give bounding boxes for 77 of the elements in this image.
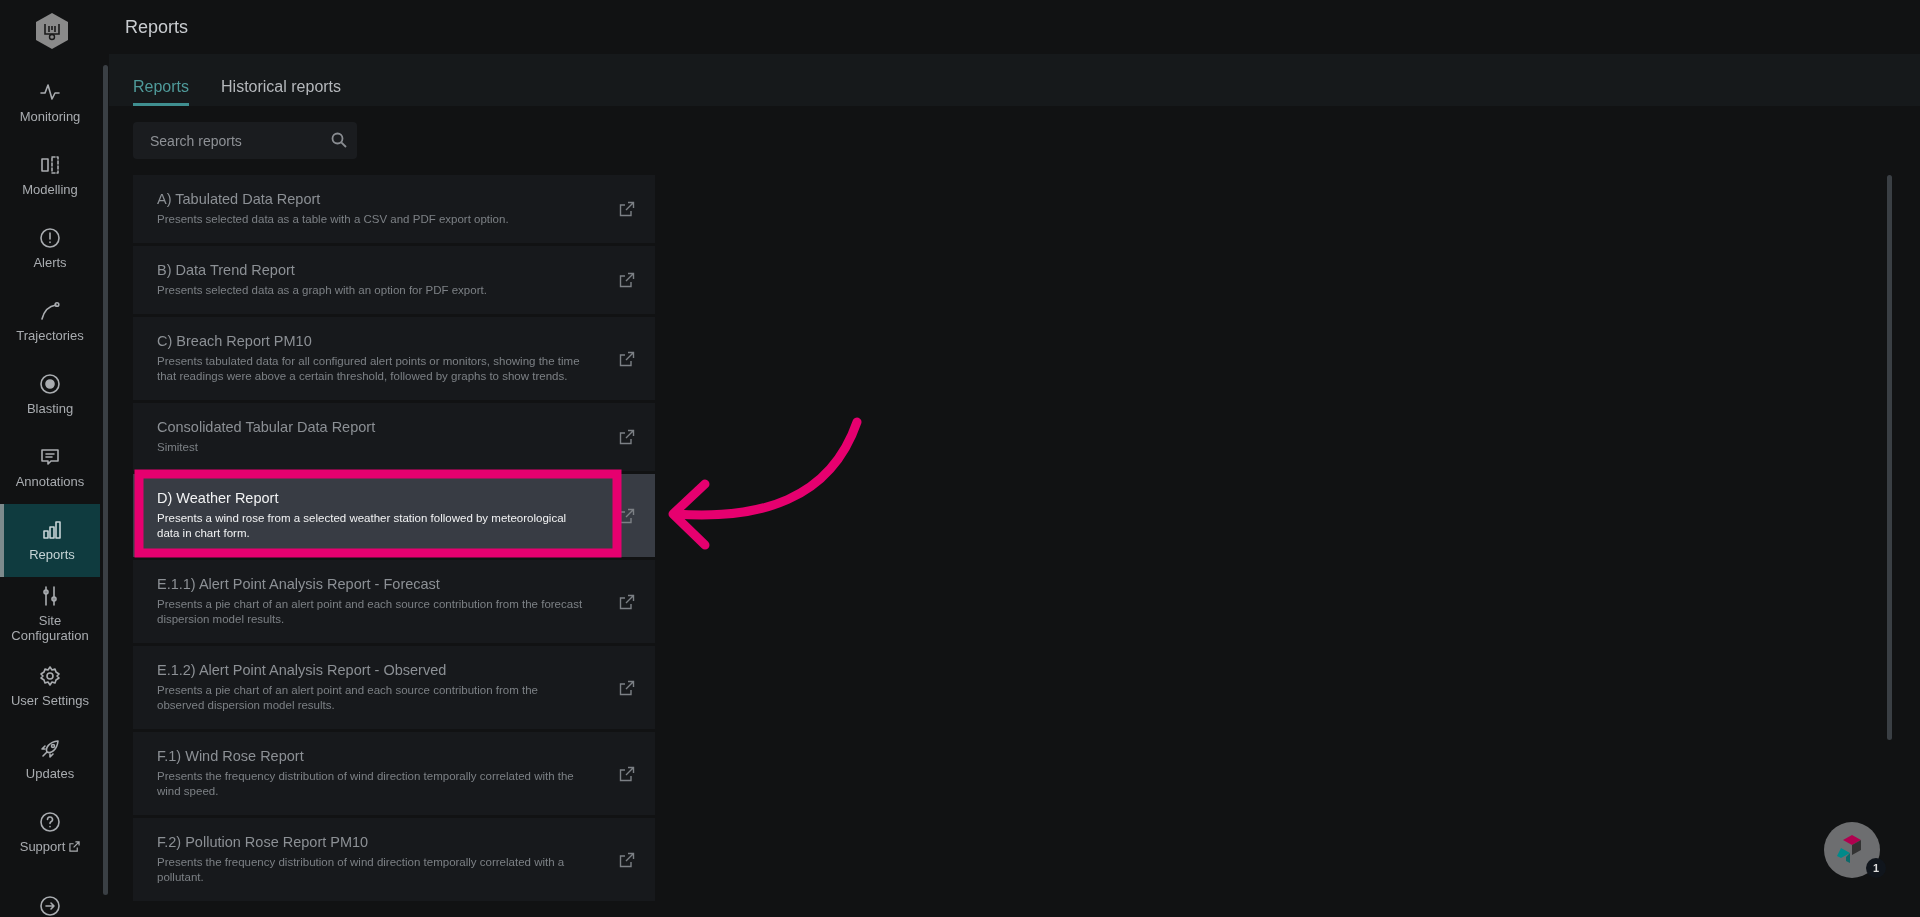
columns-icon	[39, 154, 61, 176]
report-item[interactable]: F.1) Wind Rose Report Presents the frequency distribution of wind direction temporally correlated with the wind speed.	[133, 732, 655, 815]
report-title: E.1.2) Alert Point Analysis Report - Observed	[157, 662, 448, 679]
tab[interactable]: Reports	[133, 54, 190, 106]
settings-icon	[39, 665, 61, 687]
sidebar-item[interactable]: Annotations	[0, 431, 100, 504]
external-link-icon[interactable]	[619, 272, 635, 288]
external-link-icon[interactable]	[619, 851, 635, 868]
nav-label: Reports	[29, 547, 75, 562]
report-item[interactable]: C) Breach Report PM10 Presents tabulated data for all configured alert points or monitors, showing the time that readings were above a certain threshold, followed by graphs to show trends.	[133, 317, 655, 400]
nav-label: Site Configuration	[10, 612, 90, 643]
external-link-icon[interactable]	[619, 593, 635, 610]
external-link-icon[interactable]	[619, 679, 635, 696]
sidebar-item[interactable]: Blasting	[0, 358, 100, 431]
curve-icon	[39, 300, 61, 322]
page-title: Reports	[125, 16, 189, 38]
notification-badge: 1	[1866, 858, 1886, 878]
external-link-icon[interactable]	[619, 507, 635, 524]
report-title: A) Tabulated Data Report	[157, 191, 322, 208]
report-item[interactable]: B) Data Trend Report Presents selected data as a graph with an option for PDF export.	[133, 246, 655, 314]
report-description: Presents selected data as a table with a CSV and PDF export option.	[157, 212, 510, 227]
external-link-icon[interactable]	[619, 765, 635, 782]
sidebar-item[interactable]: Alerts	[0, 212, 100, 285]
report-title: C) Breach Report PM10	[157, 333, 313, 350]
report-description: Presents a wind rose from a selected weather station followed by meteorological data in chart form.	[157, 511, 568, 541]
report-description: Simitest	[157, 440, 199, 455]
report-description: Presents the frequency distribution of wind direction temporally correlated with the wind speed.	[157, 769, 575, 799]
nav-label: Updates	[25, 766, 75, 781]
report-item[interactable]: E.1.2) Alert Point Analysis Report - Observed Presents a pie chart of an alert point and each source contribution from the observed dispersion model results.	[133, 646, 655, 729]
bar-chart-icon	[41, 519, 63, 541]
report-item[interactable]: A) Tabulated Data Report Presents selected data as a table with a CSV and PDF export option.	[133, 175, 655, 243]
sidebar-item[interactable]: Support	[0, 796, 100, 869]
report-title: Consolidated Tabular Data Report	[157, 419, 377, 436]
report-description: Presents a pie chart of an alert point and each source contribution from the forecast dispersion model results.	[157, 597, 583, 627]
report-title: F.2) Pollution Rose Report PM10	[157, 834, 370, 851]
report-title: B) Data Trend Report	[157, 262, 296, 279]
sidebar-item[interactable]: Modelling	[0, 139, 100, 212]
search-icon	[331, 132, 347, 148]
external-link-icon[interactable]	[619, 201, 635, 217]
nav-label: Modelling	[22, 182, 78, 197]
logo-icon	[34, 12, 69, 50]
report-item[interactable]: F.2) Pollution Rose Report PM10 Presents the frequency distribution of wind direction temporally correlated with a pollutant.	[133, 818, 655, 901]
report-title: F.1) Wind Rose Report	[157, 748, 305, 765]
report-title: E.1.1) Alert Point Analysis Report - Forecast	[157, 576, 441, 593]
report-description: Presents tabulated data for all configured alert points or monitors, showing the time that readings were above a certain threshold, followed by graphs to show trends.	[157, 354, 581, 384]
sidebar-item[interactable]: User Settings	[0, 650, 100, 723]
rocket-icon	[39, 738, 61, 760]
nav-label: Trajectories	[16, 328, 84, 343]
nav-label: Alerts	[33, 255, 67, 270]
external-link-icon[interactable]	[619, 350, 635, 367]
external-link-icon[interactable]	[619, 429, 635, 445]
target-icon	[39, 373, 61, 395]
nav-label: Monitoring	[19, 109, 81, 124]
alert-icon	[39, 227, 61, 249]
sidebar-item[interactable]: Trajectories	[0, 285, 100, 358]
report-item[interactable]: E.1.1) Alert Point Analysis Report - Forecast Presents a pie chart of an alert point and each source contribution from the forecast dispersion model results.	[133, 560, 655, 643]
sidebar-item[interactable]: Monitoring	[0, 66, 100, 139]
sidebar-item[interactable]: Updates	[0, 723, 100, 796]
help-icon	[39, 811, 61, 833]
nav-label: Support	[19, 839, 66, 854]
sidebar-item[interactable]: Reports	[0, 504, 100, 577]
nav-label: User Settings	[10, 693, 89, 708]
nav-label: Annotations	[15, 474, 85, 489]
report-description: Presents a pie chart of an alert point and each source contribution from the observed dispersion model results.	[157, 683, 539, 713]
report-title: D) Weather Report	[157, 490, 280, 507]
logout-icon	[39, 894, 61, 917]
pulse-icon	[39, 81, 61, 103]
report-description: Presents the frequency distribution of wind direction temporally correlated with a pollutant.	[157, 855, 566, 885]
nav-label: Blasting	[26, 401, 74, 416]
sidebar-item[interactable]: Site Configuration	[0, 577, 100, 650]
comment-icon	[39, 446, 61, 468]
report-description: Presents selected data as a graph with an option for PDF export.	[157, 283, 488, 298]
tab[interactable]: Historical reports	[221, 54, 342, 106]
external-link-icon	[69, 841, 81, 852]
report-item[interactable]: Consolidated Tabular Data Report Simitest	[133, 403, 655, 471]
help-widget[interactable]	[1824, 822, 1880, 878]
search-field[interactable]: Search reports	[133, 122, 357, 159]
